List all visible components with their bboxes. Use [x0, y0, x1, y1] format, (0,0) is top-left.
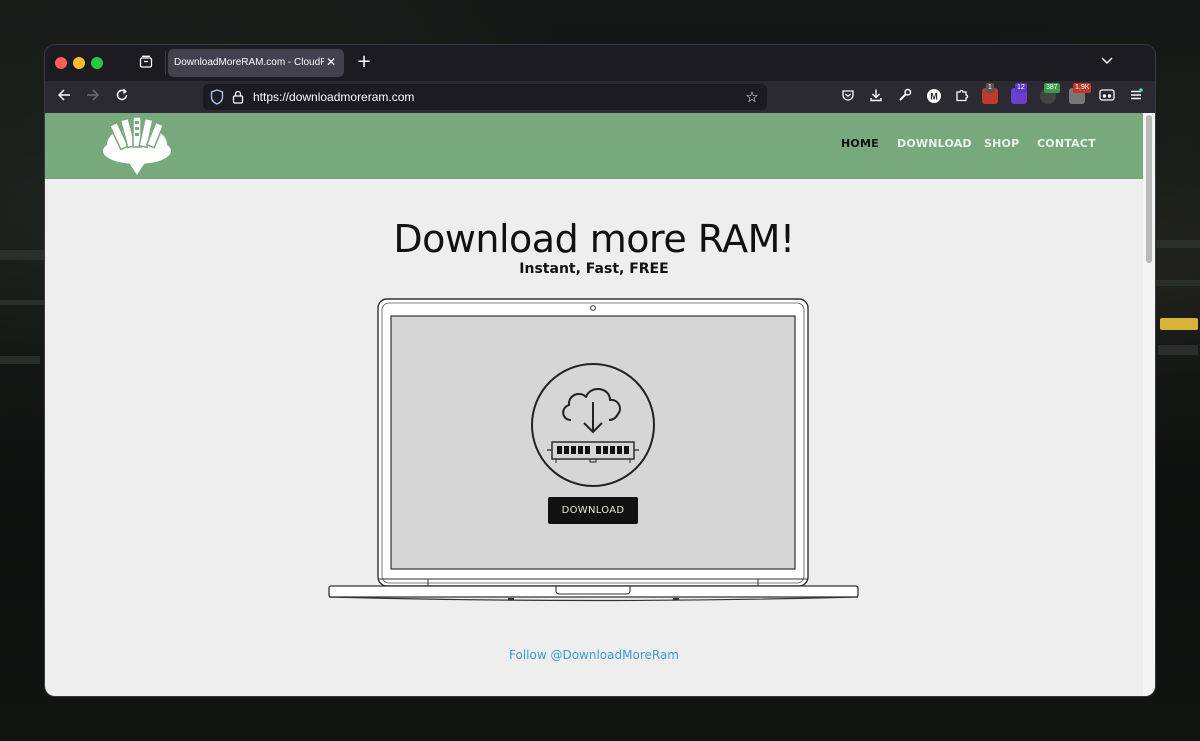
address-bar[interactable]: https://downloadmoreram.com ☆	[203, 84, 767, 110]
close-window-button[interactable]	[55, 57, 67, 69]
page-scrollbar[interactable]	[1143, 113, 1155, 696]
account-icon[interactable]: M	[925, 88, 943, 106]
minimize-window-button[interactable]	[73, 57, 85, 69]
pocket-icon[interactable]	[839, 88, 857, 106]
chevron-down-icon[interactable]	[1099, 54, 1115, 70]
reload-icon[interactable]	[112, 87, 132, 107]
tab-list-icon[interactable]	[138, 55, 154, 71]
follow-twitter-link[interactable]: Follow @DownloadMoreRam	[45, 648, 1143, 662]
ublock-icon[interactable]: 1	[982, 83, 998, 104]
new-tab-button[interactable]: +	[354, 52, 374, 72]
menu-icon[interactable]	[1127, 88, 1145, 106]
svg-text:M: M	[930, 92, 938, 102]
wrench-icon[interactable]	[896, 88, 914, 106]
nav-download[interactable]: DOWNLOAD	[897, 136, 972, 152]
shield-icon[interactable]	[210, 89, 224, 105]
download-button[interactable]: DOWNLOAD	[548, 497, 638, 524]
tab-active[interactable]: DownloadMoreRAM.com - CloudRAM 2.0 ✕	[168, 49, 344, 77]
navigation-toolbar: https://downloadmoreram.com ☆ M 1 12 387…	[45, 81, 1155, 113]
nav-home[interactable]: HOME	[841, 136, 879, 152]
extension-purple-badge: 12	[1015, 83, 1027, 93]
url-text[interactable]: https://downloadmoreram.com	[253, 84, 414, 110]
tab-title: DownloadMoreRAM.com - CloudRAM 2.0	[174, 57, 324, 68]
lock-icon[interactable]	[231, 89, 245, 105]
site-header: HOME DOWNLOAD SHOP CONTACT	[45, 113, 1143, 179]
extension-green-icon[interactable]: 387	[1040, 83, 1060, 104]
extension-purple-icon[interactable]: 12	[1011, 83, 1027, 104]
extensions-puzzle-icon[interactable]	[953, 88, 971, 106]
nav-contact[interactable]: CONTACT	[1037, 136, 1096, 152]
ublock-badge: 1	[986, 83, 994, 93]
zoom-window-button[interactable]	[91, 57, 103, 69]
forward-arrow-icon[interactable]	[83, 87, 103, 107]
scrollbar-thumb[interactable]	[1146, 115, 1152, 263]
laptop-illustration	[328, 298, 859, 605]
page-title: Download more RAM!	[393, 217, 795, 261]
page-viewport: HOME DOWNLOAD SHOP CONTACT Download more…	[45, 113, 1155, 696]
extension-red-badge: 1.9K	[1073, 83, 1092, 93]
mask-extension-icon[interactable]	[1098, 88, 1116, 106]
back-arrow-icon[interactable]	[54, 87, 74, 107]
download-ram-logo[interactable]	[101, 116, 173, 177]
bookmark-star-icon[interactable]: ☆	[743, 88, 761, 106]
nav-shop[interactable]: SHOP	[984, 136, 1019, 152]
tab-separator	[165, 51, 166, 75]
tab-bar: DownloadMoreRAM.com - CloudRAM 2.0 ✕ +	[45, 45, 1155, 81]
page-subtitle: Instant, Fast, FREE	[519, 261, 669, 277]
browser-window: DownloadMoreRAM.com - CloudRAM 2.0 ✕ + h…	[45, 45, 1155, 696]
extension-green-badge: 387	[1044, 83, 1060, 93]
close-tab-icon[interactable]: ✕	[324, 55, 338, 69]
downloads-icon[interactable]	[867, 88, 885, 106]
extension-red-icon[interactable]: 1.9K	[1069, 83, 1092, 104]
